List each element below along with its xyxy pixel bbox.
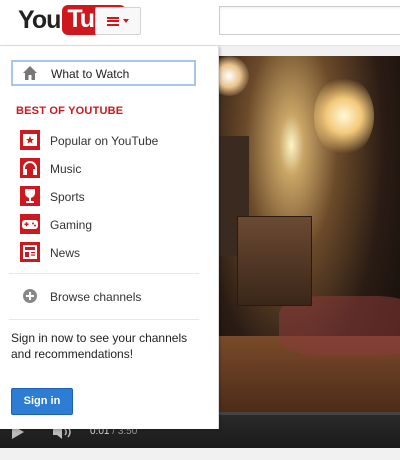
guide-item-popular[interactable]: Popular on YouTube — [0, 128, 219, 152]
gamepad-icon — [20, 214, 40, 234]
guide-item-label: Gaming — [50, 218, 93, 232]
popular-icon — [20, 130, 40, 150]
guide-item-news[interactable]: News — [0, 240, 219, 264]
search-input[interactable] — [219, 6, 400, 35]
guide-item-label: Popular on YouTube — [50, 134, 159, 148]
guide-item-gaming[interactable]: Gaming — [0, 212, 219, 236]
section-title-best-of-youtube: BEST OF YOUTUBE — [16, 105, 124, 117]
guide-menu-button[interactable] — [95, 7, 141, 35]
what-to-watch-item[interactable]: What to Watch — [11, 60, 196, 86]
video-frame[interactable] — [219, 56, 400, 412]
menu-icon — [107, 16, 119, 26]
trophy-icon — [20, 186, 40, 206]
divider — [9, 319, 199, 320]
headphones-icon — [20, 158, 40, 178]
guide-item-sports[interactable]: Sports — [0, 184, 219, 208]
divider — [9, 273, 199, 274]
logo-you-text: You — [18, 5, 61, 34]
signin-prompt: Sign in now to see your channels and rec… — [11, 331, 188, 361]
home-icon — [23, 66, 37, 80]
add-circle-icon — [23, 289, 37, 303]
guide-item-label: News — [50, 246, 81, 260]
masthead: You Tube — [0, 0, 400, 46]
caret-down-icon — [123, 19, 129, 23]
newspaper-icon — [20, 242, 40, 262]
guide-item-music[interactable]: Music — [0, 156, 219, 180]
sign-in-button[interactable]: Sign in — [11, 388, 73, 415]
guide-item-label: Sports — [50, 190, 85, 204]
guide-item-label: Music — [50, 162, 82, 176]
what-to-watch-label: What to Watch — [51, 67, 130, 81]
browse-channels-item[interactable]: Browse channels — [0, 284, 219, 308]
browse-channels-label: Browse channels — [50, 290, 142, 304]
guide-menu: What to Watch BEST OF YOUTUBE Popular on… — [0, 46, 219, 429]
